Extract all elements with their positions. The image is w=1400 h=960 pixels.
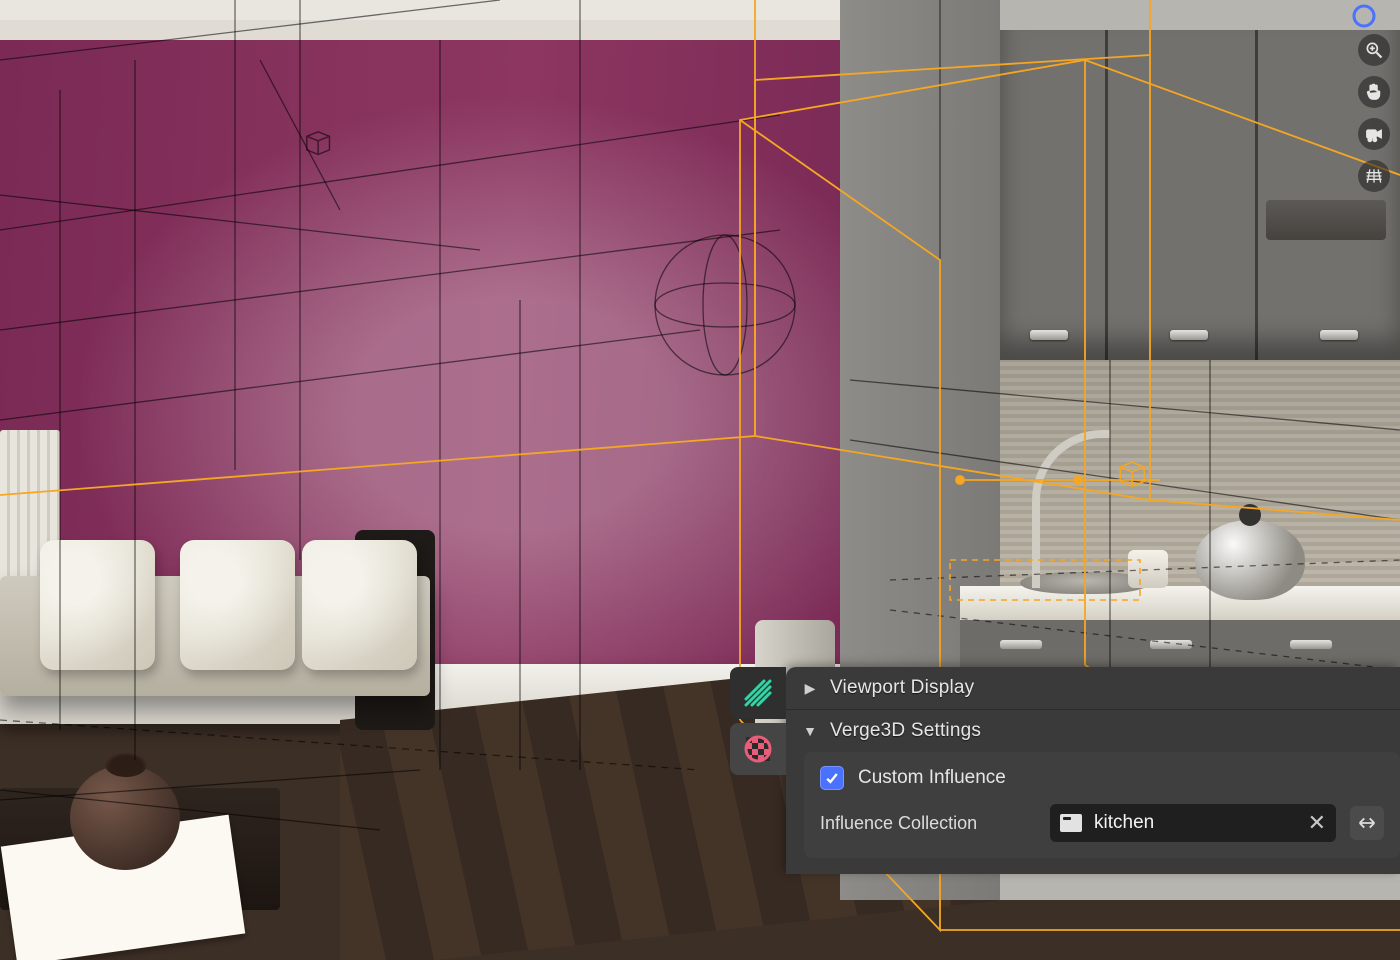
scene-kettle — [1195, 520, 1305, 600]
influence-collection-field[interactable]: kitchen ✕ — [1050, 804, 1336, 842]
section-title: Viewport Display — [830, 677, 974, 699]
scene-cushion — [40, 540, 155, 670]
custom-influence-label: Custom Influence — [858, 767, 1006, 789]
empty-cube-icon — [300, 125, 334, 164]
properties-panel: ▶ Viewport Display ▼ Verge3D Settings Cu… — [786, 667, 1400, 874]
scene-cushion — [302, 540, 417, 670]
scene-vase — [70, 765, 180, 870]
zoom-button[interactable] — [1358, 34, 1390, 66]
camera-view-button[interactable] — [1358, 118, 1390, 150]
section-title: Verge3D Settings — [830, 720, 981, 742]
influence-collection-label: Influence Collection — [820, 813, 1036, 834]
tab-texture[interactable] — [730, 667, 786, 719]
panel-section-verge3d[interactable]: ▼ Verge3D Settings — [786, 709, 1400, 752]
disclosure-down-icon: ▼ — [802, 723, 818, 739]
panel-section-viewport-display[interactable]: ▶ Viewport Display — [786, 667, 1400, 709]
toggle-grid-button[interactable] — [1358, 160, 1390, 192]
custom-influence-checkbox[interactable] — [820, 766, 844, 790]
collection-sync-button[interactable] — [1350, 806, 1384, 840]
verge3d-section-body: Custom Influence Influence Collection ki… — [804, 752, 1400, 858]
collection-icon — [1060, 814, 1082, 832]
tab-material[interactable] — [730, 723, 786, 775]
empty-cube-selected-icon — [1113, 455, 1149, 496]
influence-collection-value: kitchen — [1094, 812, 1296, 834]
orbit-gizmo[interactable] — [1348, 4, 1380, 36]
disclosure-right-icon: ▶ — [802, 680, 818, 697]
scene-mug — [1128, 550, 1168, 588]
pan-button[interactable] — [1358, 76, 1390, 108]
scene-cushion — [180, 540, 295, 670]
clear-collection-button[interactable]: ✕ — [1308, 810, 1326, 836]
